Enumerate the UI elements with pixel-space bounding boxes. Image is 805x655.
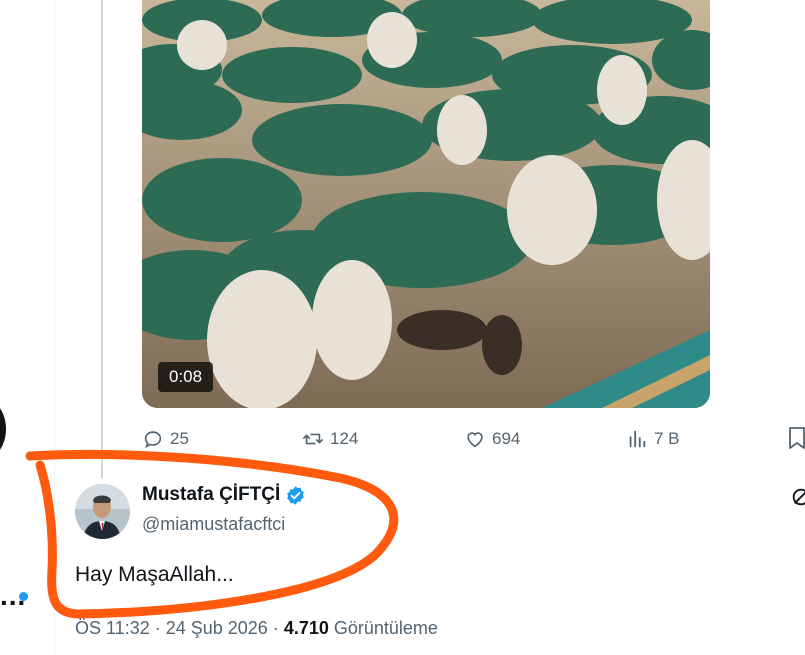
tweet-meta: ÖS 11:32 · 24 Şub 2026 · 4.710 Görüntüle… <box>75 618 438 639</box>
heart-icon <box>467 432 483 448</box>
author-row: Mustafa ÇİFTÇİ <box>142 484 306 506</box>
verified-badge-icon[interactable] <box>285 485 306 506</box>
display-name[interactable]: Mustafa ÇİFTÇİ <box>142 484 280 506</box>
tweet-text: Hay MaşaAllah... <box>75 563 234 586</box>
thread-line <box>101 0 103 478</box>
author-handle[interactable]: @miamustafacftci <box>142 514 285 535</box>
reply-count: 25 <box>170 429 189 448</box>
views-label: Görüntüleme <box>328 618 438 638</box>
reply-button[interactable]: 25 <box>142 425 189 453</box>
rail-avatar-edge[interactable] <box>0 398 6 460</box>
views-count: 7 B <box>654 429 680 448</box>
avatar-photo <box>75 484 130 539</box>
repost-arrows-icon <box>303 433 323 445</box>
repost-count: 124 <box>330 429 359 448</box>
speech-bubble-icon <box>144 431 162 449</box>
views-button[interactable]: 7 B <box>626 425 680 453</box>
bookmark-icon[interactable] <box>786 425 805 451</box>
timestamp[interactable]: ÖS 11:32 · 24 Şub 2026 · <box>75 618 284 638</box>
view-total: 4.710 <box>283 618 329 638</box>
grok-icon[interactable] <box>790 486 805 508</box>
like-button[interactable]: 694 <box>464 425 520 453</box>
repost-button[interactable]: 124 <box>302 425 358 453</box>
video-frame <box>142 0 710 408</box>
video-player[interactable]: 0:08 <box>142 0 710 408</box>
like-count: 694 <box>492 429 521 448</box>
avatar[interactable] <box>75 484 130 539</box>
bar-chart-icon <box>629 430 646 448</box>
video-duration-badge: 0:08 <box>158 362 214 392</box>
left-rail: ... <box>0 0 55 655</box>
tweet-actions-bar: 25 124 694 7 B <box>142 425 805 453</box>
notification-dot <box>19 592 28 601</box>
